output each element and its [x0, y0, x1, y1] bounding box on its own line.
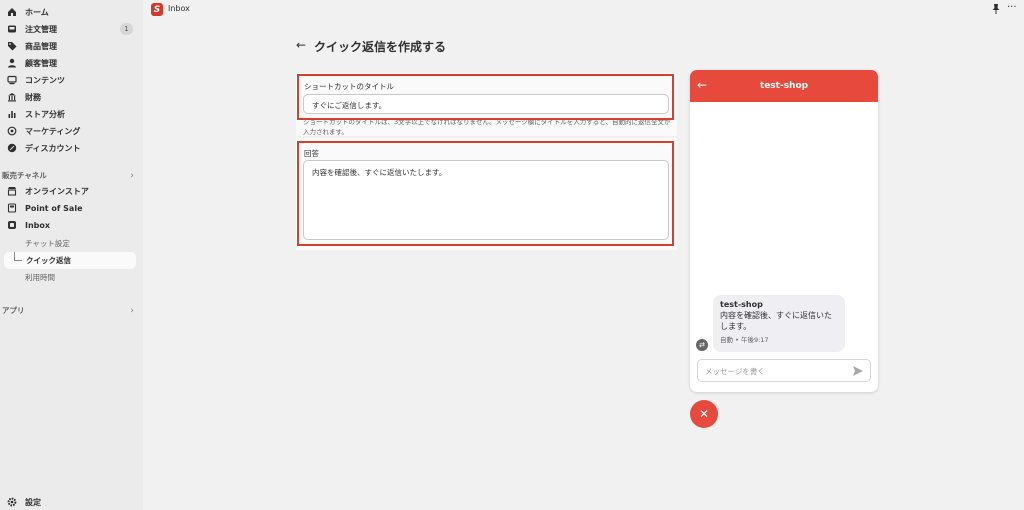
- sidebar-item-label: 商品管理: [25, 41, 57, 51]
- auto-reply-icon: ⇄: [696, 339, 708, 351]
- sidebar-item-inbox[interactable]: Inbox: [6, 217, 136, 233]
- chat-preview-header: ← test-shop: [690, 70, 878, 102]
- page-title: クイック返信を作成する: [314, 40, 447, 54]
- sidebar-subitem-chat-settings[interactable]: チャット設定: [25, 236, 70, 250]
- gear-icon: [6, 496, 18, 508]
- sidebar-item-customers[interactable]: 顧客管理: [6, 55, 136, 71]
- sidebar-item-online-store[interactable]: オンラインストア: [6, 183, 136, 199]
- inbox-tray-icon: [6, 23, 18, 35]
- back-button[interactable]: ←: [296, 38, 306, 52]
- sidebar-subitem-label: クイック返信: [26, 256, 71, 265]
- pin-icon[interactable]: [990, 3, 1002, 15]
- message-input-placeholder: メッセージを書く: [705, 367, 765, 376]
- sidebar-item-finance[interactable]: 財務: [6, 89, 136, 105]
- sidebar-item-label: ストア分析: [25, 109, 65, 119]
- inbox-app-logo: S: [151, 3, 163, 16]
- sales-channels-label: 販売チャネル: [2, 171, 47, 180]
- tree-connector: [14, 252, 22, 261]
- sidebar-item-discounts[interactable]: ディスカウント: [6, 140, 136, 156]
- home-icon: [6, 6, 18, 18]
- bank-icon: [6, 91, 18, 103]
- sidebar-item-label: Inbox: [25, 220, 51, 230]
- highlight-box-reply: [297, 141, 674, 246]
- more-options-icon[interactable]: ···: [1007, 3, 1021, 15]
- sidebar-item-label: 財務: [25, 92, 41, 102]
- message-bubble: test-shop 内容を確認後、すぐに返信いたします。 自動 • 午後9:17: [713, 295, 845, 352]
- top-bar: S Inbox ···: [143, 0, 1024, 20]
- storefront-icon: [6, 185, 18, 197]
- chevron-right-icon: ›: [130, 170, 134, 181]
- chevron-right-icon: ›: [130, 305, 134, 316]
- order-count-badge: 1: [120, 23, 133, 35]
- person-icon: [6, 57, 18, 69]
- sales-channels-section[interactable]: 販売チャネル ›: [2, 170, 134, 181]
- sidebar-subitem-quick-replies[interactable]: クイック返信: [4, 252, 136, 269]
- discount-icon: [6, 142, 18, 154]
- target-icon: [6, 125, 18, 137]
- sidebar-item-label: Point of Sale: [25, 203, 83, 213]
- apps-section[interactable]: アプリ ›: [2, 305, 134, 316]
- close-preview-button[interactable]: ✕: [690, 400, 718, 428]
- sidebar-item-content[interactable]: コンテンツ: [6, 72, 136, 88]
- sidebar: ホーム 注文管理 1 商品管理 顧客管理 コンテンツ 財務 ストア分析 マーケテ…: [0, 0, 143, 510]
- sidebar-item-analytics[interactable]: ストア分析: [6, 106, 136, 122]
- tag-icon: [6, 40, 18, 52]
- highlight-box-title: [297, 74, 674, 120]
- sidebar-item-label: コンテンツ: [25, 75, 65, 85]
- shortcut-help-text: ショートカットのタイトルは、3文字以上でなければなりません。メッセージ欄にタイト…: [303, 118, 671, 136]
- sidebar-item-label: 設定: [25, 497, 41, 507]
- sidebar-item-products[interactable]: 商品管理: [6, 38, 136, 54]
- sidebar-item-label: マーケティング: [25, 126, 81, 136]
- sidebar-item-orders[interactable]: 注文管理 1: [6, 21, 136, 37]
- bar-chart-icon: [6, 108, 18, 120]
- sidebar-item-label: 顧客管理: [25, 58, 57, 68]
- sidebar-item-marketing[interactable]: マーケティング: [6, 123, 136, 139]
- sidebar-subitem-hours[interactable]: 利用時間: [25, 270, 55, 284]
- apps-label: アプリ: [2, 306, 25, 315]
- content-icon: [6, 74, 18, 86]
- inbox-app-icon: [6, 219, 18, 231]
- message-sender: test-shop: [720, 300, 763, 309]
- sidebar-item-pos[interactable]: Point of Sale: [6, 200, 136, 216]
- sidebar-item-label: ホーム: [25, 7, 49, 17]
- send-icon[interactable]: [852, 365, 864, 377]
- message-input[interactable]: メッセージを書く: [697, 359, 871, 382]
- sidebar-item-settings[interactable]: 設定: [6, 494, 136, 510]
- sidebar-item-home[interactable]: ホーム: [6, 4, 136, 20]
- chat-preview: ← test-shop test-shop 内容を確認後、すぐに返信いたします。…: [690, 70, 878, 392]
- message-text: 内容を確認後、すぐに返信いたします。: [720, 311, 832, 331]
- shop-name: test-shop: [759, 81, 809, 91]
- sidebar-item-label: オンラインストア: [25, 186, 89, 196]
- sidebar-item-label: ディスカウント: [25, 143, 81, 153]
- pos-icon: [6, 202, 18, 214]
- app-name: Inbox: [168, 4, 190, 13]
- sidebar-item-label: 注文管理: [25, 24, 57, 34]
- message-meta: 自動 • 午後9:17: [720, 336, 769, 344]
